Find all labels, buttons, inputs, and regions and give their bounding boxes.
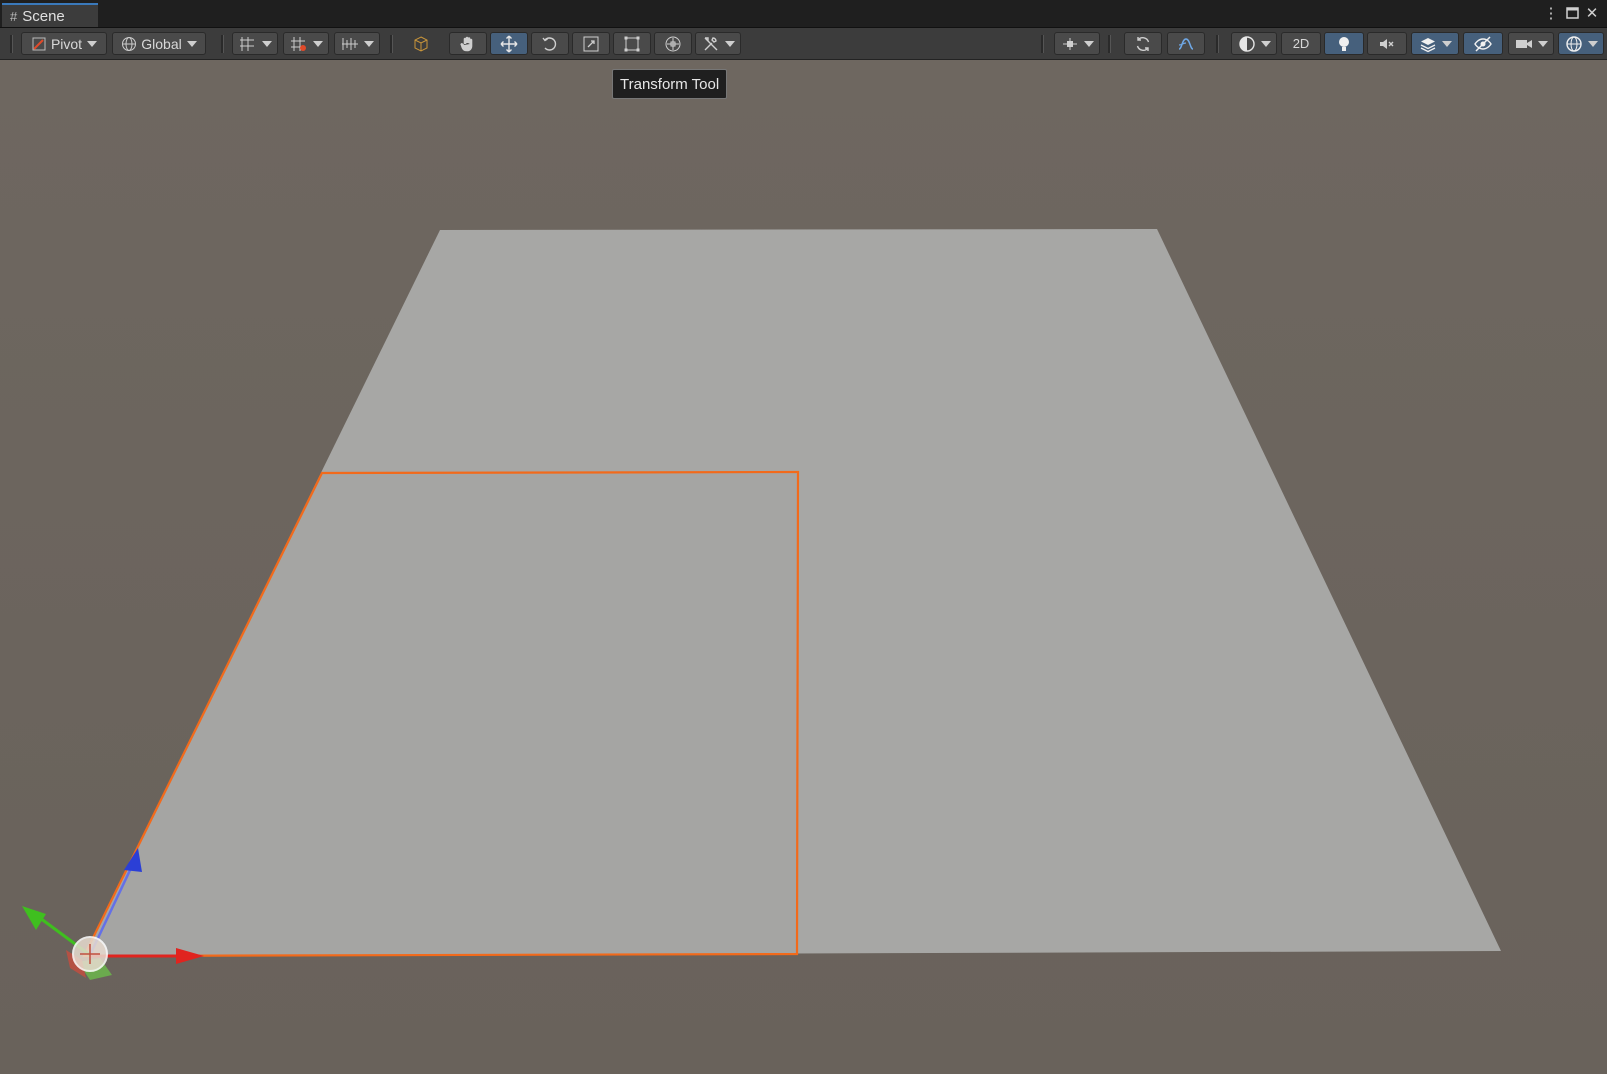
transform-tool-button[interactable] — [654, 32, 692, 55]
tooltip: Transform Tool — [612, 69, 728, 99]
toolbar-separator — [1108, 35, 1111, 53]
gizmos-toggle-button[interactable] — [1167, 32, 1205, 55]
component-tools-icon — [1062, 37, 1077, 50]
curve-icon — [1178, 37, 1194, 50]
close-icon[interactable]: ✕ — [1584, 4, 1600, 22]
grid-icon — [239, 36, 254, 51]
more-options-icon[interactable]: ⋮ — [1543, 4, 1559, 22]
hand-tool-button[interactable] — [449, 32, 487, 55]
layers-icon — [1420, 37, 1435, 52]
move-arrows-icon — [500, 35, 518, 52]
transform-icon — [665, 36, 681, 51]
shading-sphere-icon — [1238, 35, 1255, 52]
window-tab-bar: # Scene ⋮ ✕ — [0, 0, 1607, 28]
toolbar-separator — [221, 35, 224, 53]
globe-icon — [122, 36, 137, 51]
gizmo-globe-icon — [1565, 35, 1582, 52]
chevron-down-icon — [261, 40, 272, 47]
global-dropdown[interactable]: Global — [112, 32, 206, 55]
chevron-down-icon — [1441, 40, 1452, 47]
audio-toggle-button[interactable] — [1367, 32, 1407, 55]
gizmos-dropdown[interactable] — [1558, 32, 1604, 55]
chevron-down-icon — [312, 40, 323, 47]
grid-snap-button[interactable] — [283, 32, 329, 55]
toolbar-separator — [1041, 35, 1044, 53]
effects-dropdown[interactable] — [1411, 32, 1459, 55]
hash-icon: # — [10, 8, 18, 24]
toolbar-separator — [390, 35, 393, 53]
rotate-icon — [542, 36, 557, 51]
scene-tab-label: Scene — [22, 7, 65, 25]
2d-mode-button[interactable]: 2D — [1281, 32, 1321, 55]
refresh-icon — [1136, 36, 1150, 51]
pivot-label: Pivot — [50, 35, 83, 52]
chevron-down-icon — [363, 40, 374, 47]
global-label: Global — [141, 35, 182, 52]
move-tool-button[interactable] — [490, 32, 528, 55]
pivot-icon — [32, 37, 46, 50]
hand-icon — [460, 36, 473, 51]
camera-settings-dropdown[interactable] — [1508, 32, 1554, 55]
wrench-icon — [704, 36, 717, 50]
scale-icon — [583, 36, 599, 51]
chevron-down-icon — [724, 40, 735, 47]
chevron-down-icon — [1260, 40, 1271, 47]
audio-mute-icon — [1380, 38, 1394, 49]
chevron-down-icon — [87, 40, 98, 47]
view-cube-button[interactable] — [406, 32, 436, 55]
ruler-icon — [341, 37, 358, 50]
chevron-down-icon — [186, 40, 197, 47]
shading-mode-dropdown[interactable] — [1231, 32, 1277, 55]
selected-plane[interactable] — [84, 472, 798, 956]
rect-tool-button[interactable] — [613, 32, 651, 55]
chevron-down-icon — [1537, 40, 1548, 47]
toolbar-separator — [1216, 35, 1219, 53]
grid-snap-icon — [290, 36, 306, 51]
refresh-button[interactable] — [1124, 32, 1162, 55]
rect-transform-icon — [624, 36, 640, 51]
pivot-dropdown[interactable]: Pivot — [21, 32, 107, 55]
toolbar-grip — [10, 35, 13, 53]
increment-snap-button[interactable] — [334, 32, 380, 55]
scene-tab[interactable]: # Scene — [2, 3, 98, 27]
hidden-eye-icon — [1474, 35, 1492, 52]
scene-visibility-button[interactable] — [1463, 32, 1503, 55]
scene-viewport[interactable] — [0, 60, 1607, 1074]
lighting-toggle-button[interactable] — [1324, 32, 1364, 55]
scale-tool-button[interactable] — [572, 32, 610, 55]
custom-tools-button[interactable] — [695, 32, 741, 55]
camera-icon — [1515, 39, 1532, 48]
2d-mode-label: 2D — [1292, 36, 1310, 51]
rotate-tool-button[interactable] — [531, 32, 569, 55]
chevron-down-icon — [1587, 40, 1598, 47]
chevron-down-icon — [1083, 40, 1094, 47]
scene-toolbar: Pivot Global 2D — [0, 28, 1607, 60]
scene-canvas[interactable] — [0, 60, 1607, 1074]
grid-visibility-button[interactable] — [232, 32, 278, 55]
cube-icon — [414, 35, 428, 52]
maximize-icon[interactable] — [1564, 4, 1580, 22]
gizmo-y-arrowhead[interactable] — [22, 906, 46, 930]
tooltip-text: Transform Tool — [620, 75, 720, 93]
light-bulb-icon — [1339, 36, 1349, 51]
gizmo-orientation-dropdown[interactable] — [1054, 32, 1100, 55]
